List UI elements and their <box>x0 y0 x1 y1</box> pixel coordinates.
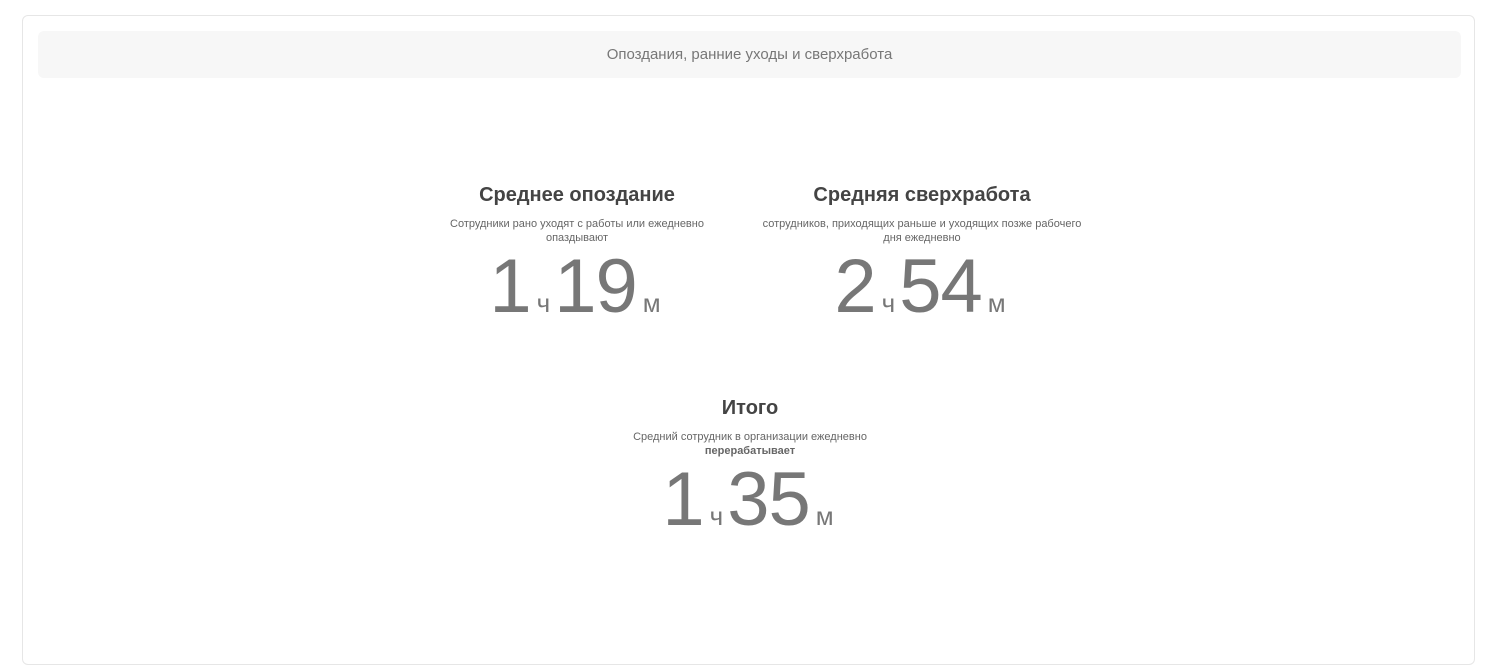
hours-unit: ч <box>536 288 551 318</box>
stat-title: Средняя сверхработа <box>813 184 1031 206</box>
stat-description-text: Средний сотрудник в организации ежедневн… <box>633 431 867 443</box>
stat-average-overtime: Средняя сверхработа сотрудников, приходя… <box>757 183 1087 348</box>
hours-unit: ч <box>709 501 724 531</box>
stat-title: Итого <box>721 397 779 419</box>
hours-unit: ч <box>881 288 896 318</box>
minutes-value: 35 <box>727 457 811 542</box>
minutes-value: 54 <box>899 244 983 329</box>
minutes-value: 19 <box>554 244 638 329</box>
stat-title: Среднее опоздание <box>479 184 675 206</box>
stat-description: Средний сотрудник в организации ежедневн… <box>600 430 900 458</box>
hours-value: 1 <box>662 457 704 542</box>
stats-card: Опоздания, ранние уходы и сверхработа <box>22 15 1475 665</box>
stat-total: Итого Средний сотрудник в организации еж… <box>600 396 900 561</box>
stat-value: 1 ч19 м <box>427 247 727 348</box>
hours-value: 1 <box>489 244 531 329</box>
minutes-unit: м <box>642 288 661 318</box>
stat-description: Сотрудники рано уходят с работы или ежед… <box>450 218 704 244</box>
stat-value: 1 ч35 м <box>600 460 900 561</box>
minutes-unit: м <box>987 288 1006 318</box>
stat-description-emphasis: перерабатывает <box>704 445 796 457</box>
stat-average-late: Среднее опоздание Сотрудники рано уходят… <box>427 183 727 348</box>
stat-value: 2 ч54 м <box>757 247 1087 348</box>
minutes-unit: м <box>815 501 834 531</box>
hours-value: 2 <box>834 244 876 329</box>
card-title: Опоздания, ранние уходы и сверхработа <box>606 46 893 63</box>
stat-description: сотрудников, приходящих раньше и уходящи… <box>762 218 1082 244</box>
card-header: Опоздания, ранние уходы и сверхработа <box>38 31 1461 78</box>
